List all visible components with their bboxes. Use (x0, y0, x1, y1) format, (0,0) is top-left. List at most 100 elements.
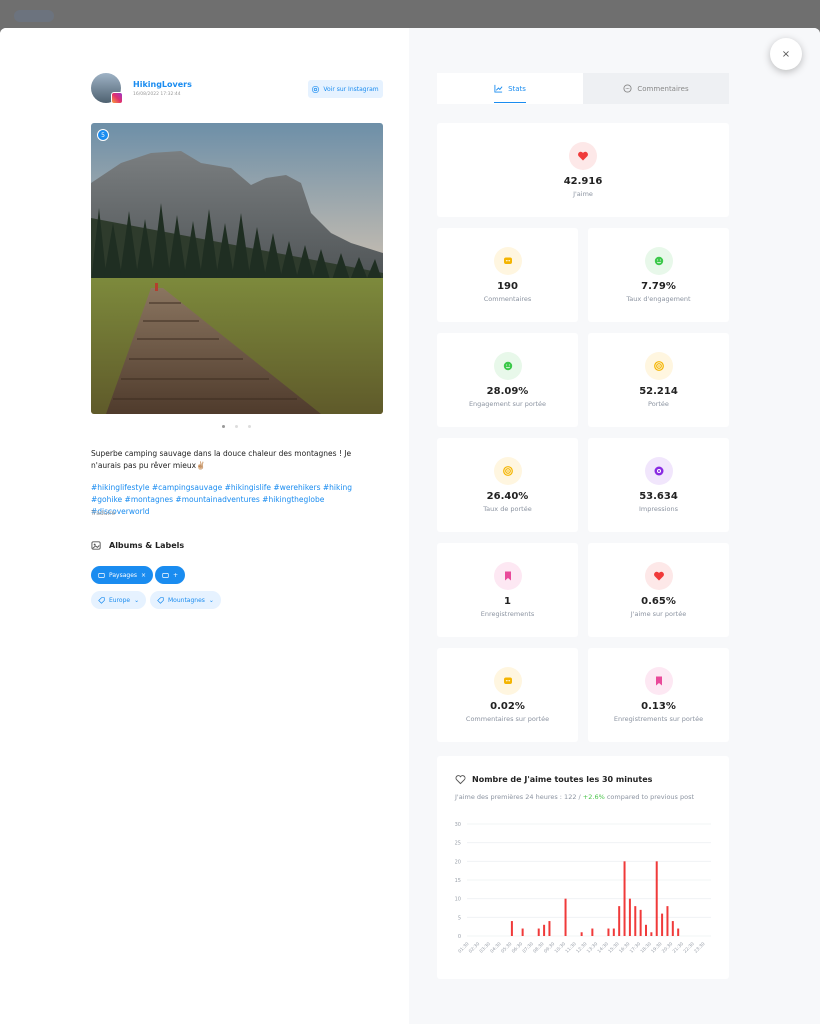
x-tick-label: 16:30 (618, 941, 632, 955)
chart-bar[interactable] (639, 909, 642, 936)
label-chip-mountagnes[interactable]: Mountagnes ⌄ (150, 591, 221, 609)
y-tick-label: 10 (455, 897, 461, 903)
chart-bar[interactable] (666, 906, 669, 936)
stat-card: 26.40% Taux de portée (437, 438, 578, 532)
post-photo[interactable]: 5 (91, 123, 383, 414)
label-chip-text: Europe (109, 596, 131, 604)
smile-icon-badge (493, 352, 522, 380)
stats-panel: Stats Commentaires 42.916 J'aime 190 Comm… (409, 28, 820, 1024)
chart-bar[interactable] (510, 921, 513, 936)
chart-bar[interactable] (671, 921, 674, 936)
album-icon (162, 572, 169, 578)
bookmark-icon (504, 571, 511, 581)
post-modal: HikingLovers 16/08/2022 17:32:44 Voir su… (0, 28, 820, 1024)
label-chip-europe[interactable]: Europe ⌄ (91, 591, 147, 609)
x-tick-label: 06:30 (511, 941, 525, 955)
carousel-dot[interactable] (248, 425, 251, 428)
x-tick-label: 04:30 (489, 941, 503, 955)
y-tick-label: 30 (455, 822, 461, 828)
username[interactable]: HikingLovers (133, 80, 192, 89)
chart-bar[interactable] (607, 928, 610, 936)
target-icon-badge (644, 352, 673, 380)
stat-value: 28.09% (486, 386, 529, 397)
y-tick-label: 0 (458, 934, 461, 940)
heart-icon-badge (644, 562, 673, 590)
carousel-dot[interactable] (222, 425, 225, 428)
translate-link[interactable]: Traduire (91, 510, 115, 517)
chevron-down-icon: ⌄ (208, 596, 214, 604)
album-chip-paysages[interactable]: Paysages × (91, 566, 154, 584)
stat-label: Enregistrements sur portée (613, 715, 704, 723)
stat-card: 0.13% Enregistrements sur portée (588, 648, 729, 742)
stat-label: Taux d'engagement (626, 295, 691, 303)
stat-label: Commentaires sur portée (465, 715, 550, 723)
chart-bar[interactable] (650, 932, 653, 936)
close-button[interactable]: × (770, 38, 802, 70)
chart-bar[interactable] (655, 861, 658, 936)
post-hashtags[interactable]: #hikinglifestyle #campingsauvage #hiking… (91, 482, 383, 518)
post-caption: Superbe camping sauvage dans la douce ch… (91, 449, 352, 470)
eye-icon (654, 466, 663, 476)
chart-bar[interactable] (580, 932, 583, 936)
chart-bar[interactable] (645, 924, 647, 936)
tab-stats-label: Stats (508, 84, 526, 93)
view-on-instagram-button[interactable]: Voir sur Instagram (308, 80, 383, 98)
chart-bar[interactable] (634, 906, 637, 936)
stat-value: 53.634 (639, 491, 678, 502)
comment-icon (503, 677, 512, 684)
heart-icon (653, 571, 664, 581)
backdrop-shape (14, 10, 54, 22)
stat-label: Impressions (639, 505, 678, 513)
x-tick-label: 03:30 (478, 941, 492, 955)
tab-comments[interactable]: Commentaires (583, 73, 729, 104)
chart-bar[interactable] (521, 928, 524, 936)
stat-value: 7.79% (641, 281, 676, 292)
x-tick-label: 21:30 (672, 941, 686, 955)
stat-value: 52.214 (639, 386, 678, 397)
chart-bar[interactable] (537, 928, 540, 936)
y-tick-label: 5 (458, 915, 461, 921)
chart-bar[interactable] (564, 898, 567, 936)
chart-bar[interactable] (677, 928, 680, 936)
stat-value: 0.13% (641, 701, 676, 712)
stat-card: 53.634 Impressions (588, 438, 729, 532)
x-tick-label: 02:30 (468, 941, 482, 955)
chart-bar[interactable] (543, 924, 546, 936)
likes-chart-card: Nombre de J'aime toutes les 30 minutes J… (437, 756, 729, 979)
chart-bar[interactable] (628, 898, 631, 936)
x-tick-label: 12:30 (575, 941, 589, 955)
add-album-button[interactable]: + (155, 566, 186, 584)
carousel-count-badge: 5 (97, 129, 109, 141)
eye-icon-badge (644, 457, 673, 485)
albums-icon (91, 541, 101, 550)
chart-bar[interactable] (591, 928, 594, 936)
chart-bar[interactable] (612, 928, 615, 936)
tag-icon (157, 596, 164, 604)
x-tick-label: 23:30 (693, 941, 707, 955)
chart-bar[interactable] (623, 861, 626, 936)
target-icon (653, 361, 664, 371)
chart-bar[interactable] (548, 921, 551, 936)
chart-bar[interactable] (661, 913, 664, 936)
tag-icon (98, 596, 105, 604)
x-tick-label: 05:30 (500, 941, 514, 955)
album-chip-label: Paysages (109, 571, 138, 579)
post-panel: HikingLovers 16/08/2022 17:32:44 Voir su… (0, 28, 409, 1024)
stat-label: Commentaires (483, 295, 532, 303)
remove-album-icon[interactable]: × (141, 572, 146, 579)
post-date: 16/08/2022 17:32:44 (133, 92, 181, 97)
heart-icon-badge (569, 142, 597, 170)
likes-card: 42.916 J'aime (437, 123, 729, 217)
stat-value: 0.65% (641, 596, 676, 607)
label-chip-text: Mountagnes (168, 596, 205, 604)
albums-labels-heading: Albums & Labels (91, 540, 184, 551)
x-tick-label: 07:30 (521, 941, 535, 955)
carousel-dot[interactable] (235, 425, 238, 428)
tab-stats[interactable]: Stats (437, 73, 583, 104)
chart-bar[interactable] (618, 906, 621, 936)
target-icon-badge (493, 457, 522, 485)
close-icon: × (781, 48, 791, 60)
stat-card: 1 Enregistrements (437, 543, 578, 637)
x-tick-label: 10:30 (554, 941, 568, 955)
bookmark-icon (655, 676, 662, 686)
